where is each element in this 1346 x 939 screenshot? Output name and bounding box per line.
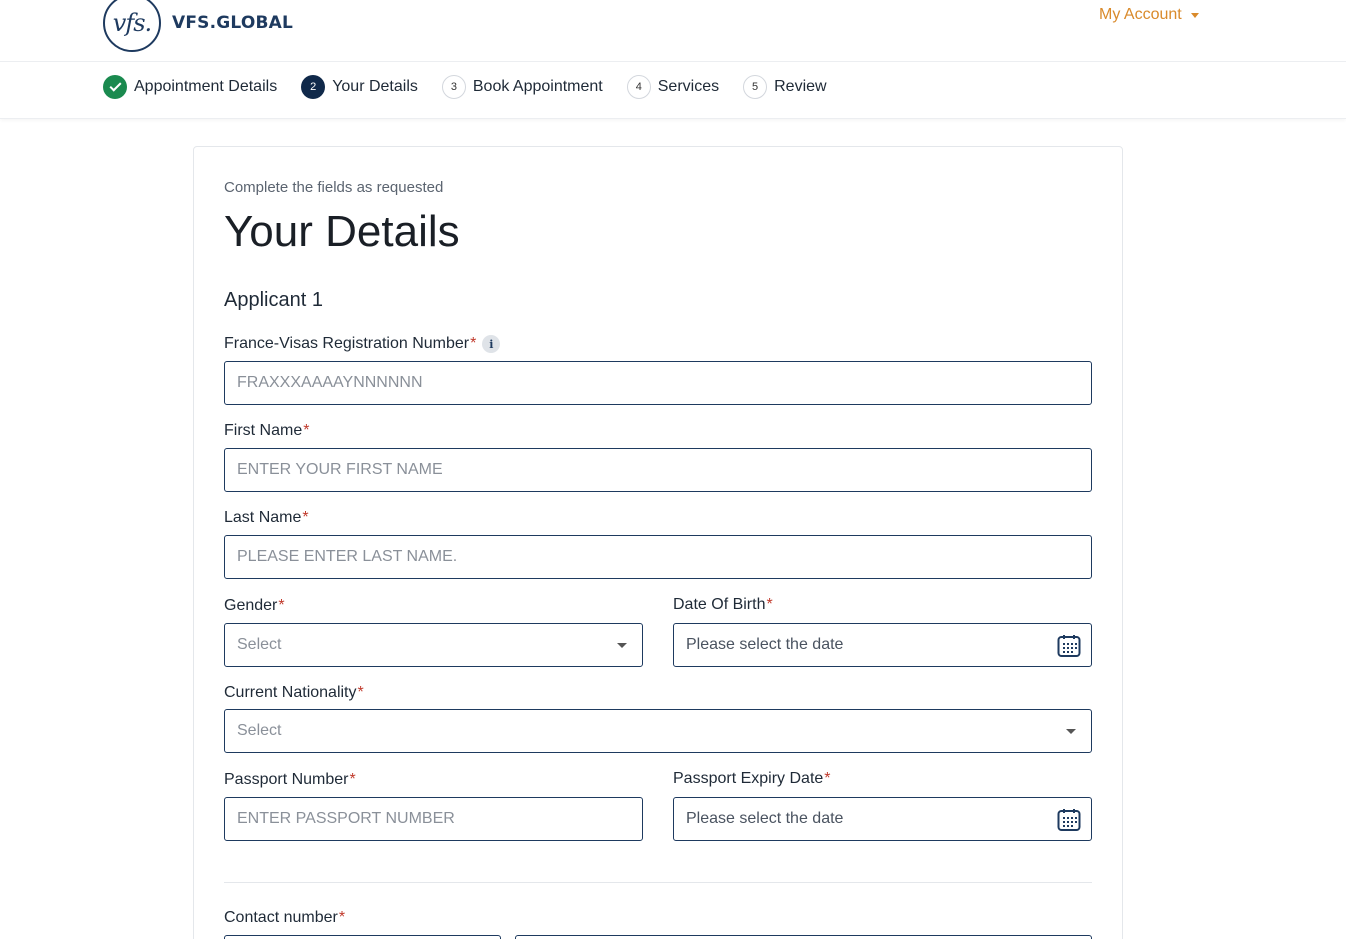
logo-text: VFS.GLOBAL xyxy=(172,13,294,33)
passport-expiry-picker[interactable]: Please select the date xyxy=(673,797,1092,841)
first-name-label: First Name * xyxy=(224,422,309,440)
gender-select-value: Select xyxy=(237,636,282,653)
check-icon xyxy=(108,79,122,92)
date-of-birth-label: Date Of Birth * xyxy=(673,596,773,614)
label-text: Last Name xyxy=(224,509,302,526)
applicant-heading: Applicant 1 xyxy=(224,289,323,311)
step-appointment-details[interactable]: Appointment Details xyxy=(103,75,277,99)
required-mark: * xyxy=(357,684,364,701)
page-title: Your Details xyxy=(224,207,460,256)
section-divider xyxy=(224,882,1092,883)
step-number: 4 xyxy=(626,75,651,99)
last-name-field[interactable] xyxy=(224,535,1092,579)
gender-label: Gender * xyxy=(224,597,285,615)
step-number: 2 xyxy=(301,75,326,99)
chevron-down-icon xyxy=(1066,729,1076,734)
registration-number-field[interactable] xyxy=(224,361,1092,405)
step-label: Book Appointment xyxy=(472,78,603,95)
step-number: 5 xyxy=(743,75,768,99)
passport-number-field[interactable] xyxy=(224,797,643,841)
label-text: Passport Expiry Date xyxy=(673,770,824,787)
form-subtitle: Complete the fields as requested xyxy=(224,179,444,196)
required-mark: * xyxy=(766,596,773,613)
required-mark: * xyxy=(824,770,831,787)
step-label: Services xyxy=(657,78,720,95)
step-number: 3 xyxy=(441,75,466,99)
chevron-down-icon xyxy=(617,643,627,648)
nationality-label: Current Nationality * xyxy=(224,684,364,702)
my-account-dropdown[interactable]: My Account xyxy=(1099,6,1199,24)
calendar-icon[interactable] xyxy=(1057,808,1081,832)
gender-select[interactable]: Select xyxy=(224,623,643,667)
step-services[interactable]: 4 Services xyxy=(626,75,720,99)
progress-stepper: Appointment Details 2 Your Details 3 Boo… xyxy=(0,63,1346,119)
contact-number-label: Contact number * xyxy=(224,909,345,927)
my-account-label: My Account xyxy=(1099,6,1182,23)
logo-mark: vfs. xyxy=(103,0,161,52)
step-your-details[interactable]: 2 Your Details xyxy=(301,75,418,99)
country-code-field[interactable] xyxy=(224,935,501,939)
required-mark: * xyxy=(303,422,310,439)
label-text: Passport Number xyxy=(224,771,349,788)
required-mark: * xyxy=(302,509,309,526)
first-name-field[interactable] xyxy=(224,448,1092,492)
required-mark: * xyxy=(349,771,356,788)
required-mark: * xyxy=(278,597,285,614)
step-review[interactable]: 5 Review xyxy=(743,75,827,99)
label-text: Contact number xyxy=(224,909,338,926)
required-mark: * xyxy=(470,335,477,352)
step-complete-indicator xyxy=(103,75,127,99)
required-mark: * xyxy=(338,909,346,926)
registration-number-label: France-Visas Registration Number * i xyxy=(224,335,501,353)
step-label: Appointment Details xyxy=(134,78,278,95)
label-text: Current Nationality xyxy=(224,684,357,701)
vfs-logo[interactable]: vfs. VFS.GLOBAL xyxy=(103,0,293,52)
last-name-input[interactable] xyxy=(237,548,1091,566)
passport-expiry-label: Passport Expiry Date * xyxy=(673,770,831,788)
passport-expiry-placeholder: Please select the date xyxy=(686,810,844,827)
chevron-down-icon xyxy=(1190,12,1199,18)
calendar-icon[interactable] xyxy=(1057,634,1081,658)
passport-number-label: Passport Number * xyxy=(224,771,356,789)
step-label: Your Details xyxy=(332,78,418,95)
nationality-select[interactable]: Select xyxy=(224,709,1092,753)
info-icon[interactable]: i xyxy=(482,335,501,353)
last-name-label: Last Name * xyxy=(224,509,309,527)
nationality-select-value: Select xyxy=(237,722,282,739)
first-name-input[interactable] xyxy=(237,461,1091,479)
date-of-birth-placeholder: Please select the date xyxy=(686,636,844,653)
contact-number-field[interactable] xyxy=(515,935,1092,939)
step-label: Review xyxy=(774,78,827,95)
label-text: France-Visas Registration Number xyxy=(224,335,470,352)
registration-number-input[interactable] xyxy=(237,374,1091,392)
date-of-birth-picker[interactable]: Please select the date xyxy=(673,623,1092,667)
label-text: First Name xyxy=(224,422,303,439)
label-text: Gender xyxy=(224,597,278,614)
top-navbar: vfs. VFS.GLOBAL My Account xyxy=(0,0,1346,62)
label-text: Date Of Birth xyxy=(673,596,766,613)
details-form-card: Complete the fields as requested Your De… xyxy=(193,146,1123,939)
passport-number-input[interactable] xyxy=(237,810,642,828)
step-book-appointment[interactable]: 3 Book Appointment xyxy=(441,75,603,99)
